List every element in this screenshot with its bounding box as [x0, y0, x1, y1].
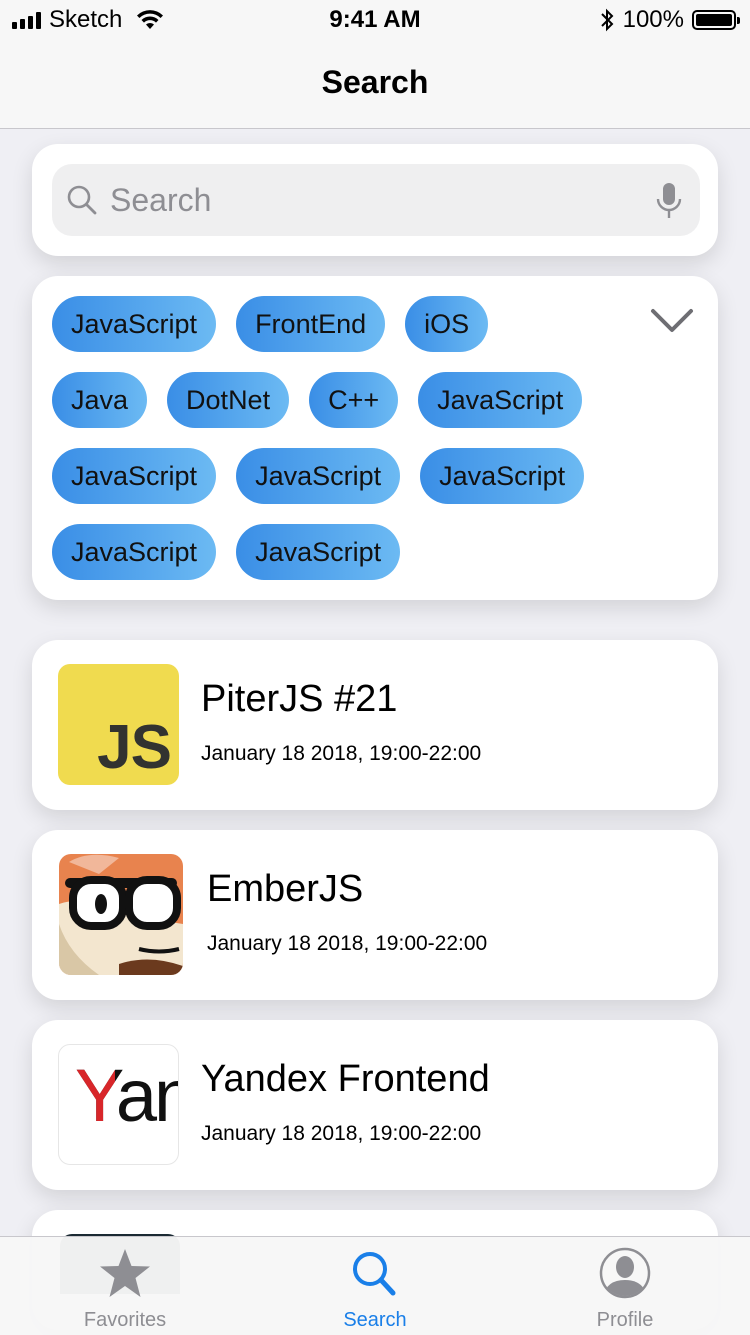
- bluetooth-icon: [600, 8, 614, 32]
- event-date: January 18 2018, 19:00-22:00: [201, 1122, 482, 1145]
- page-title: Search: [321, 64, 429, 100]
- tag-chip[interactable]: Java: [52, 372, 148, 428]
- piterjs-logo: JS: [58, 664, 179, 785]
- event-date: January 18 2018, 19:00-22:00: [201, 742, 482, 765]
- event-card-emberjs[interactable]: EmberJS January 18 2018, 19:00-22:00: [32, 830, 718, 1000]
- yandex-logo-y: Y: [75, 1053, 115, 1138]
- tag-chip[interactable]: JavaScript: [420, 448, 585, 504]
- event-title: PiterJS #21: [201, 678, 398, 720]
- tag-list: JavaScript FrontEnd iOS Java DotNet C++ …: [52, 296, 612, 580]
- status-right: 100%: [599, 6, 740, 34]
- tag-chip[interactable]: JavaScript: [236, 448, 401, 504]
- event-title: EmberJS: [207, 868, 364, 910]
- tab-label: Favorites: [83, 1309, 167, 1331]
- search-icon: [353, 1252, 396, 1296]
- profile-icon: [599, 1247, 651, 1299]
- battery-percent: 100%: [622, 6, 684, 33]
- tag-chip[interactable]: DotNet: [167, 372, 290, 428]
- search-field[interactable]: [52, 164, 700, 236]
- navigation-bar: Search: [0, 40, 750, 129]
- tab-profile[interactable]: Profile: [500, 1237, 750, 1335]
- search-icon: [67, 185, 97, 215]
- tag-chip[interactable]: JavaScript: [52, 296, 217, 352]
- tag-chip[interactable]: iOS: [405, 296, 489, 352]
- emberjs-logo: [59, 854, 183, 975]
- tab-label: Search: [343, 1309, 407, 1331]
- tab-search[interactable]: Search: [250, 1237, 500, 1335]
- tab-favorites[interactable]: Favorites: [0, 1237, 250, 1335]
- search-card: [32, 144, 718, 256]
- tab-bar: Favorites Search Profile: [0, 1236, 750, 1335]
- event-card-yandex-frontend[interactable]: Yan Y Yandex Frontend January 18 2018, 1…: [32, 1020, 718, 1190]
- event-card-piterjs[interactable]: JS PiterJS #21 January 18 2018, 19:00-22…: [32, 640, 718, 810]
- status-bar: Sketch 9:41 AM 100%: [0, 0, 750, 40]
- tag-chip[interactable]: FrontEnd: [236, 296, 386, 352]
- event-date: January 18 2018, 19:00-22:00: [207, 932, 488, 955]
- chevron-down-icon[interactable]: [650, 306, 694, 336]
- tags-card: JavaScript FrontEnd iOS Java DotNet C++ …: [32, 276, 718, 600]
- tag-chip[interactable]: JavaScript: [52, 524, 217, 580]
- search-input[interactable]: [110, 164, 630, 236]
- tag-chip[interactable]: JavaScript: [236, 524, 401, 580]
- star-icon: [100, 1249, 150, 1297]
- event-title: Yandex Frontend: [201, 1058, 490, 1100]
- tag-chip[interactable]: C++: [309, 372, 399, 428]
- tab-label: Profile: [596, 1309, 654, 1331]
- tag-chip[interactable]: JavaScript: [418, 372, 583, 428]
- yandex-logo: Yan Y: [58, 1044, 179, 1165]
- microphone-icon[interactable]: [656, 182, 682, 220]
- battery-icon: [692, 10, 740, 30]
- js-logo-text: JS: [97, 713, 172, 782]
- tag-chip[interactable]: JavaScript: [52, 448, 217, 504]
